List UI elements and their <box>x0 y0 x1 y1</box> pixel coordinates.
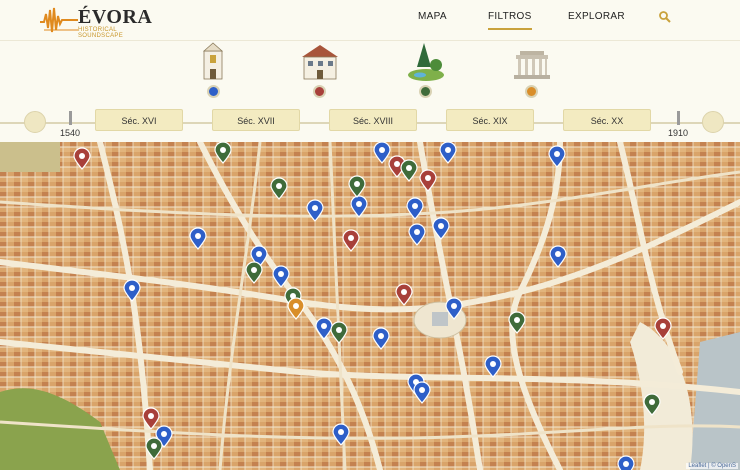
soundwave-logo-icon <box>40 7 78 33</box>
map-attribution[interactable]: Leaflet | © OpenS <box>686 463 738 469</box>
timeline-end-year: 1910 <box>668 128 689 138</box>
category-dot-orange <box>525 85 538 98</box>
category-tower[interactable] <box>192 41 236 101</box>
century-xvii[interactable]: Séc. XVII <box>212 109 300 131</box>
filter-panel: 1540 1910 Séc. XVI Séc. XVII Séc. XVIII … <box>0 41 740 142</box>
evora-logo[interactable]: ÉVORA HISTORICAL SOUNDSCAPE <box>40 4 153 39</box>
category-house[interactable] <box>298 41 342 101</box>
timeline-start-handle[interactable] <box>24 111 46 133</box>
logo-subtitle: HISTORICAL SOUNDSCAPE <box>78 27 124 39</box>
timeline-start-year: 1540 <box>60 128 81 138</box>
nav-filtros[interactable]: FILTROS <box>488 11 532 30</box>
timeline-end-tick[interactable] <box>677 111 680 125</box>
century-xviii[interactable]: Séc. XVIII <box>329 109 417 131</box>
timeline-start-tick[interactable] <box>69 111 72 125</box>
category-dot-red <box>313 85 326 98</box>
timeline-end-handle[interactable] <box>702 111 724 133</box>
category-temple[interactable] <box>510 41 554 101</box>
category-dot-green <box>419 85 432 98</box>
city-map[interactable]: Leaflet | © OpenS <box>0 142 740 470</box>
century-xix[interactable]: Séc. XIX <box>446 109 534 131</box>
search-icon[interactable] <box>658 10 672 24</box>
tower-icon <box>202 42 224 80</box>
map-markers <box>73 142 672 470</box>
house-icon <box>302 45 338 80</box>
category-dot-blue <box>207 85 220 98</box>
logo-title: ÉVORA <box>78 6 153 28</box>
header: ÉVORA HISTORICAL SOUNDSCAPE MAPA FILTROS… <box>0 0 740 41</box>
garden-icon <box>408 43 444 81</box>
nav-explorar[interactable]: EXPLORAR <box>568 11 625 22</box>
century-xvi[interactable]: Séc. XVI <box>95 109 183 131</box>
nav-mapa[interactable]: MAPA <box>418 11 447 22</box>
temple-icon <box>514 51 550 79</box>
century-xx[interactable]: Séc. XX <box>563 109 651 131</box>
category-garden[interactable] <box>404 41 448 101</box>
